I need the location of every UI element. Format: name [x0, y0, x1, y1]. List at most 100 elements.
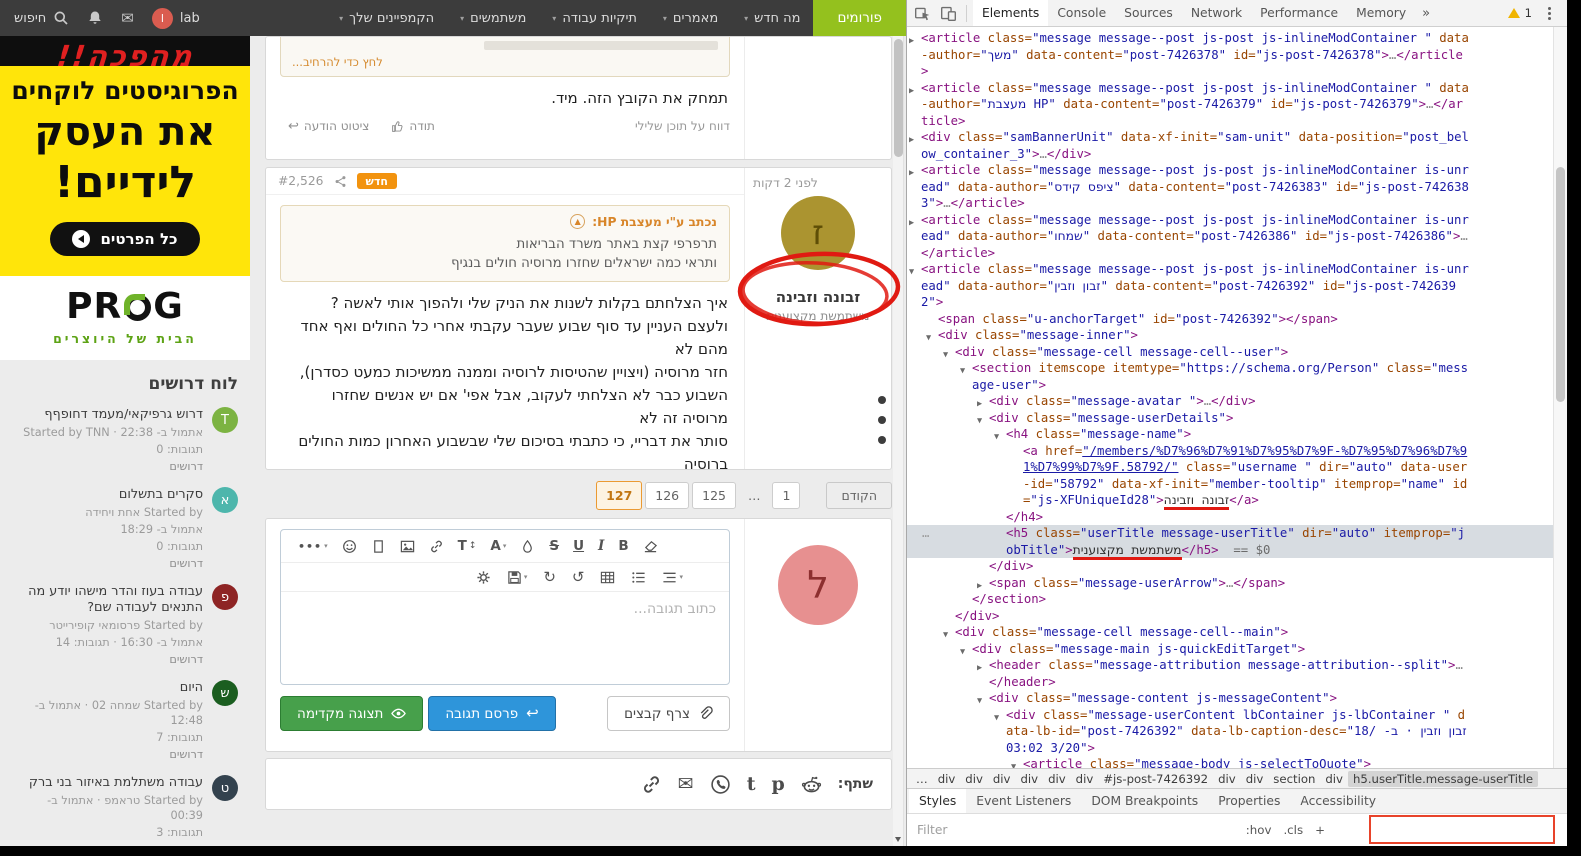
expand-arrow-icon[interactable]: ▶ — [909, 165, 914, 182]
devtools-tab-performance[interactable]: Performance — [1251, 0, 1347, 26]
breadcrumb-item[interactable]: div — [1320, 771, 1348, 787]
ad-banner-top[interactable]: מהפכה!! — [0, 36, 250, 66]
report-link[interactable]: דווח על תוכן שלילי — [635, 119, 730, 133]
dom-tree-node[interactable]: </div> — [907, 558, 1469, 575]
job-category-link[interactable]: דרושים — [23, 460, 203, 473]
dom-tree-node[interactable]: ▼ <div class="message-cell message-cell--… — [907, 624, 1469, 641]
font-color-icon[interactable]: A ▾ — [490, 538, 506, 554]
job-list-item[interactable]: א סקרים בתשלום Started by אחת ויחידה אתמול … — [0, 480, 250, 577]
template-icon[interactable] — [371, 539, 386, 554]
dom-tree-node[interactable]: ▼ <div class="message-content js-messageC… — [907, 690, 1469, 707]
tumblr-icon[interactable]: t — [747, 773, 756, 795]
job-category-link[interactable]: דרושים — [12, 748, 203, 761]
nav-item[interactable]: תיקיות עבודה ▾ — [552, 11, 637, 26]
dom-tree-node[interactable]: ▼ <div class="message-userDetails"> — [907, 410, 1469, 427]
breadcrumb-item[interactable]: … — [911, 771, 933, 787]
breadcrumb-item[interactable]: div — [933, 771, 961, 787]
dom-tree-node[interactable]: ▶ <span class="message-userArrow">…</span… — [907, 575, 1469, 592]
job-list-item[interactable]: פ עבודה בעוז והדר מישהו יודע מה התנאים לע… — [0, 577, 250, 673]
avatar[interactable]: ל — [778, 545, 858, 625]
dom-tree-node[interactable]: ▶ <article class="message message--post j… — [907, 212, 1469, 262]
breadcrumb-item[interactable]: div — [988, 771, 1016, 787]
scrollbar-thumb[interactable] — [894, 39, 903, 157]
pagination-page-127[interactable]: 127 — [596, 481, 643, 510]
collapse-arrow-icon[interactable]: ▼ — [1011, 759, 1016, 768]
reddit-icon[interactable] — [801, 774, 822, 795]
ad-details-button[interactable]: כל הפרטים — [50, 222, 200, 256]
dom-tree-node[interactable]: </h4> — [907, 509, 1469, 526]
dom-tree-node[interactable]: ▼ <div class="message-inner"> — [907, 327, 1469, 344]
image-icon[interactable] — [400, 539, 415, 554]
devtools-tab-sources[interactable]: Sources — [1115, 0, 1182, 26]
link-icon[interactable] — [429, 539, 444, 554]
quote-attribution[interactable]: נכתב ע"י מעצבת HP: ▲ — [293, 214, 717, 229]
reply-textarea[interactable]: כתוב תגובה... — [281, 592, 729, 684]
dom-tree-node[interactable]: … <h5 class="userTitle message-userTitle"… — [907, 525, 1553, 560]
sidebar-tab-styles[interactable]: Styles — [909, 789, 967, 813]
expand-arrow-icon[interactable]: ▶ — [909, 132, 914, 149]
preview-button[interactable]: תצוגה מקדימה — [280, 696, 424, 731]
job-list-item[interactable]: T דרוש גרפיקאי/מעמד דחופףף אתמול ב- 22:38 … — [0, 400, 250, 480]
job-list-item[interactable]: ט עבודה משתלמת באיזור בני ברק Started by ט… — [0, 768, 250, 846]
pinterest-icon[interactable]: p — [771, 773, 784, 795]
attach-files-button[interactable]: צרף קבצים — [607, 696, 730, 731]
sidebar-tab-properties[interactable]: Properties — [1208, 789, 1290, 813]
dom-tree-node[interactable]: ▼ <div class="message-main js-quickEditTa… — [907, 641, 1469, 658]
job-category-link[interactable]: דרושים — [85, 557, 203, 570]
devtools-scrollbar[interactable] — [1553, 27, 1567, 768]
quote-button[interactable]: ציטוט הודעה ↩ — [288, 119, 369, 133]
dom-tree-node[interactable]: ▼ <h4 class="message-name"> — [907, 426, 1469, 443]
post-timestamp[interactable]: לפני 2 דקות — [745, 168, 891, 190]
sidebar-tab-accessibility[interactable]: Accessibility — [1290, 789, 1386, 813]
align-icon[interactable]: ▾ — [662, 570, 683, 585]
devtools-menu-icon[interactable] — [1548, 11, 1551, 15]
nav-item-forums[interactable]: פורומים — [813, 0, 906, 36]
email-share-icon[interactable]: ✉ — [678, 773, 694, 795]
scrollbar-thumb[interactable] — [1556, 167, 1565, 402]
job-list-item[interactable]: ש היום Started by שמחה 02 · אתמול ב- 12:48… — [0, 673, 250, 768]
inspect-element-icon[interactable] — [914, 5, 931, 22]
pagination-page-1[interactable]: 1 — [772, 482, 801, 509]
devtools-tab-console[interactable]: Console — [1048, 0, 1115, 26]
job-category-link[interactable]: דרושים — [12, 653, 203, 666]
nav-item[interactable]: מה חדש ▾ — [744, 11, 800, 26]
breadcrumb-item[interactable]: div — [1043, 771, 1071, 787]
expand-arrow-icon[interactable]: ▶ — [909, 215, 914, 232]
alerts-bell-icon[interactable] — [87, 10, 103, 26]
underline-icon[interactable]: U — [573, 538, 584, 554]
link-share-icon[interactable] — [641, 774, 662, 795]
breadcrumb-item[interactable]: div — [1071, 771, 1099, 787]
author-username[interactable]: זבונה וזבינה — [776, 288, 860, 306]
breadcrumb-item[interactable]: section — [1268, 771, 1320, 787]
post-reply-button[interactable]: ↩ פרסם תגובה — [428, 696, 556, 731]
save-draft-icon[interactable]: ▾ — [507, 570, 527, 585]
styles-filter-input[interactable]: Filter — [917, 823, 947, 837]
nav-item[interactable]: משתמשים ▾ — [460, 11, 526, 26]
breadcrumb-item[interactable]: div — [1241, 771, 1269, 787]
table-icon[interactable] — [600, 570, 615, 585]
dom-tree-node[interactable]: </div> — [907, 608, 1469, 625]
post-number-link[interactable]: #2,526 — [278, 174, 324, 188]
search-button[interactable]: חיפוש — [14, 10, 69, 26]
page-scrollbar[interactable] — [893, 36, 904, 846]
highlight-droplet-icon[interactable] — [520, 539, 535, 554]
font-size-icon[interactable]: T ↕ — [458, 538, 477, 554]
warnings-badge[interactable]: 1 — [1507, 6, 1532, 20]
class-toggle[interactable]: .cls — [1283, 823, 1303, 837]
dom-tree-node[interactable]: ▼ <article class="message-body js-selectT… — [907, 756, 1469, 768]
collapse-arrow-icon[interactable]: ▼ — [960, 363, 965, 380]
node-options-dots[interactable]: … — [922, 525, 930, 542]
job-title[interactable]: דרוש גרפיקאי/מעמד דחופףף — [23, 407, 203, 423]
sidebar-tab-event-listeners[interactable]: Event Listeners — [966, 789, 1081, 813]
like-button[interactable]: תודה — [391, 119, 435, 133]
scroll-down-arrow[interactable] — [895, 837, 901, 842]
dom-tree-node[interactable]: ▼ <article class="message message--post j… — [907, 261, 1469, 311]
dom-tree-node[interactable]: ▶ <div class="message-avatar ">…</div> — [907, 393, 1469, 410]
job-title[interactable]: עבודה בעוז והדר מישהו יודע מה התנאים לעב… — [12, 584, 203, 616]
device-toolbar-icon[interactable] — [940, 5, 957, 22]
breadcrumb-item[interactable]: div — [1015, 771, 1043, 787]
messages-envelope-icon[interactable]: ✉ — [121, 9, 134, 27]
dom-tree-node[interactable]: ▶ <div class="samBannerUnit" data-xf-init… — [907, 129, 1469, 162]
dom-tree-node[interactable]: ▶ <header class="message-attribution mess… — [907, 657, 1469, 690]
more-tabs-icon[interactable]: » — [1415, 6, 1437, 21]
